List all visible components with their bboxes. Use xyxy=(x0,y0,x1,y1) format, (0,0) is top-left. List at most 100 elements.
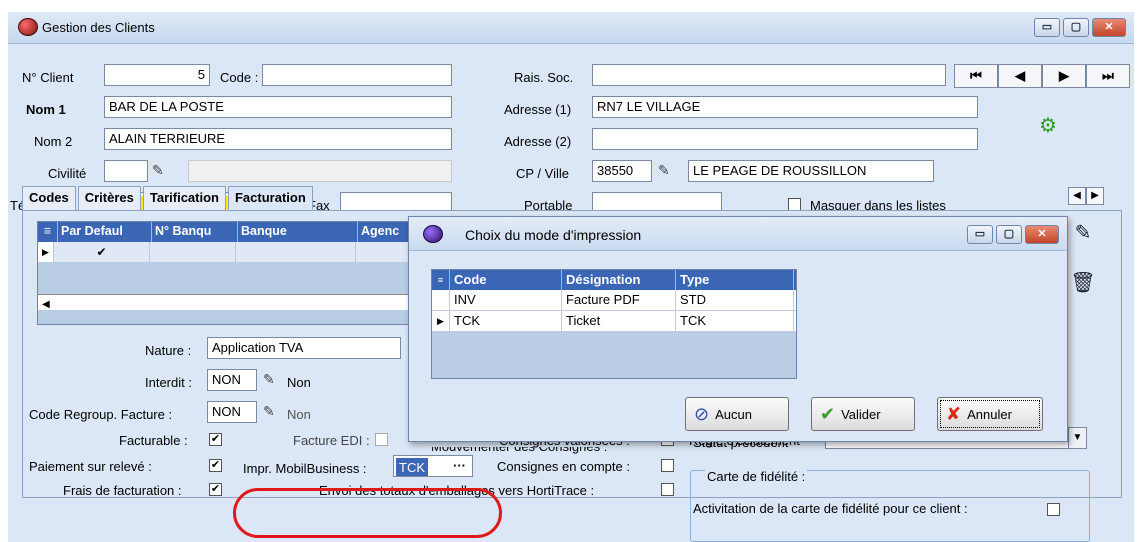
carte-fidelite-group: Carte de fidélité : Activitation de la c… xyxy=(690,469,1090,542)
first-record-button[interactable]: ⏮ xyxy=(954,64,998,88)
rais-soc-label: Rais. Soc. xyxy=(514,70,574,85)
facture-edi-checkbox[interactable] xyxy=(375,433,388,446)
tab-tarification[interactable]: Tarification xyxy=(142,186,226,210)
app-icon xyxy=(18,18,38,36)
tab-facturation[interactable]: Facturation xyxy=(227,186,313,210)
nom1-field[interactable]: BAR DE LA POSTE xyxy=(104,96,452,118)
bank-grid[interactable]: ≡ Par Defaul N° Banqu Banque Agenc ▶ ✔ ◀ xyxy=(37,221,457,325)
horizontal-scrollbar[interactable]: ◀ xyxy=(38,294,456,310)
annuler-button[interactable]: ✘ Annuler xyxy=(937,397,1043,431)
prev-record-button[interactable]: ◀ xyxy=(998,64,1042,88)
row-type: TCK xyxy=(676,311,794,331)
lookup-icon[interactable]: ✎ xyxy=(263,371,275,388)
adresse1-label: Adresse (1) xyxy=(504,102,572,117)
cp-ville-label: CP / Ville xyxy=(516,166,569,181)
minimize-button[interactable]: ▭ xyxy=(1034,18,1060,37)
regroup-field[interactable]: NON xyxy=(207,401,257,423)
nature-field[interactable]: Application TVA xyxy=(207,337,401,359)
tab-codes[interactable]: Codes xyxy=(22,186,76,210)
impr-field[interactable]: TCK ··· xyxy=(393,455,473,477)
aucun-button[interactable]: ⊘ Aucun xyxy=(685,397,789,431)
grid-header[interactable]: N° Banqu xyxy=(152,222,238,242)
frais-checkbox[interactable]: ✔ xyxy=(209,483,222,496)
dialog-title-bar: Choix du mode d'impression ▭ ▢ ✕ xyxy=(409,217,1067,251)
lookup-icon[interactable]: ✎ xyxy=(658,162,670,179)
maximize-button[interactable]: ▢ xyxy=(1063,18,1089,37)
chevron-down-icon[interactable]: ▼ xyxy=(1068,428,1086,448)
dialog-close-button[interactable]: ✕ xyxy=(1025,225,1059,244)
title-bar: Gestion des Clients ▭ ▢ ✕ xyxy=(8,12,1134,44)
grid-header[interactable]: Par Defaul xyxy=(58,222,152,242)
grid-menu-icon: ≡ xyxy=(432,270,450,290)
no-entry-icon: ⊘ xyxy=(694,403,710,424)
cp-field[interactable]: 38550 xyxy=(592,160,652,182)
code-field[interactable] xyxy=(262,64,452,86)
valider-button[interactable]: ✔ Valider xyxy=(811,397,915,431)
nom2-field[interactable]: ALAIN TERRIEURE xyxy=(104,128,452,150)
consignes-compte-checkbox[interactable] xyxy=(661,459,674,472)
grid-header-designation[interactable]: Désignation xyxy=(562,270,676,290)
row-code: TCK xyxy=(450,311,562,331)
carte-activation-checkbox[interactable] xyxy=(1047,503,1060,516)
last-record-button[interactable]: ⏭ xyxy=(1086,64,1130,88)
code-label: Code : xyxy=(220,70,259,85)
tab-scroll-right-button[interactable]: ▶ xyxy=(1086,187,1104,205)
adresse1-field[interactable]: RN7 LE VILLAGE xyxy=(592,96,978,118)
regroup-label: Code Regroup. Facture : xyxy=(29,407,173,422)
table-row[interactable]: INV Facture PDF STD xyxy=(432,290,796,311)
tab-criteres[interactable]: Critères xyxy=(77,186,141,210)
interdit-field[interactable]: NON xyxy=(207,369,257,391)
lookup-icon[interactable]: ✎ xyxy=(152,162,164,179)
facturable-checkbox[interactable]: ✔ xyxy=(209,433,222,446)
table-row[interactable]: ▶ ✔ xyxy=(38,242,456,262)
client-no-field[interactable]: 5 xyxy=(104,64,210,86)
rais-soc-field[interactable] xyxy=(592,64,946,86)
frais-label: Frais de facturation : xyxy=(63,483,182,498)
grid-header-type[interactable]: Type xyxy=(676,270,794,290)
cancel-x-icon: ✘ xyxy=(946,403,962,424)
civilite-label: Civilité xyxy=(48,166,87,181)
annuler-label: Annuler xyxy=(967,406,1012,422)
carte-activation-label: Activitation de la carte de fidélité pou… xyxy=(693,501,968,516)
par-defaut-check[interactable]: ✔ xyxy=(54,242,150,262)
ville-field[interactable]: LE PEAGE DE ROUSSILLON xyxy=(688,160,934,182)
checkmark-icon: ✔ xyxy=(820,403,836,424)
dialog-app-icon xyxy=(423,225,443,243)
grid-header-code[interactable]: Code xyxy=(450,270,562,290)
nature-label: Nature : xyxy=(145,343,192,358)
dialog-minimize-button[interactable]: ▭ xyxy=(967,225,993,244)
grid-header[interactable]: Banque xyxy=(238,222,358,242)
facture-edi-label: Facture EDI : xyxy=(293,433,370,448)
civilite-field[interactable] xyxy=(104,160,148,182)
nom1-label: Nom 1 xyxy=(26,102,66,117)
next-record-button[interactable]: ▶ xyxy=(1042,64,1086,88)
interdit-label: Interdit : xyxy=(145,375,192,390)
civilite-description xyxy=(188,160,452,182)
dialog-title: Choix du mode d'impression xyxy=(465,227,642,243)
lookup-icon[interactable]: ✎ xyxy=(263,403,275,420)
close-button[interactable]: ✕ xyxy=(1092,18,1126,37)
carte-group-label: Carte de fidélité : xyxy=(705,469,808,484)
row-selector-icon: ▶ xyxy=(432,311,450,331)
paiement-checkbox[interactable]: ✔ xyxy=(209,459,222,472)
adresse2-field[interactable] xyxy=(592,128,978,150)
delete-bank-icon[interactable]: 🗑 xyxy=(1069,269,1097,297)
row-designation: Facture PDF xyxy=(562,290,676,310)
gear-upload-icon[interactable]: ⚙ xyxy=(1034,112,1062,140)
dialog-maximize-button[interactable]: ▢ xyxy=(996,225,1022,244)
client-no-label: N° Client xyxy=(22,70,74,85)
row-type: STD xyxy=(676,290,794,310)
tab-scroll-left-button[interactable]: ◀ xyxy=(1068,187,1086,205)
impr-label: Impr. MobilBusiness : xyxy=(243,461,367,476)
print-mode-dialog: Choix du mode d'impression ▭ ▢ ✕ ≡ Code … xyxy=(408,216,1068,442)
impr-ellipsis-button[interactable]: ··· xyxy=(453,458,466,473)
paiement-label: Paiement sur relevé : xyxy=(29,459,152,474)
row-code: INV xyxy=(450,290,562,310)
table-row[interactable]: ▶ TCK Ticket TCK xyxy=(432,311,796,332)
row-designation: Ticket xyxy=(562,311,676,331)
envoi-checkbox[interactable] xyxy=(661,483,674,496)
print-mode-grid[interactable]: ≡ Code Désignation Type INV Facture PDF … xyxy=(431,269,797,379)
aucun-label: Aucun xyxy=(715,406,752,422)
valider-label: Valider xyxy=(841,406,881,422)
edit-bank-icon[interactable]: ✎ xyxy=(1069,219,1097,247)
